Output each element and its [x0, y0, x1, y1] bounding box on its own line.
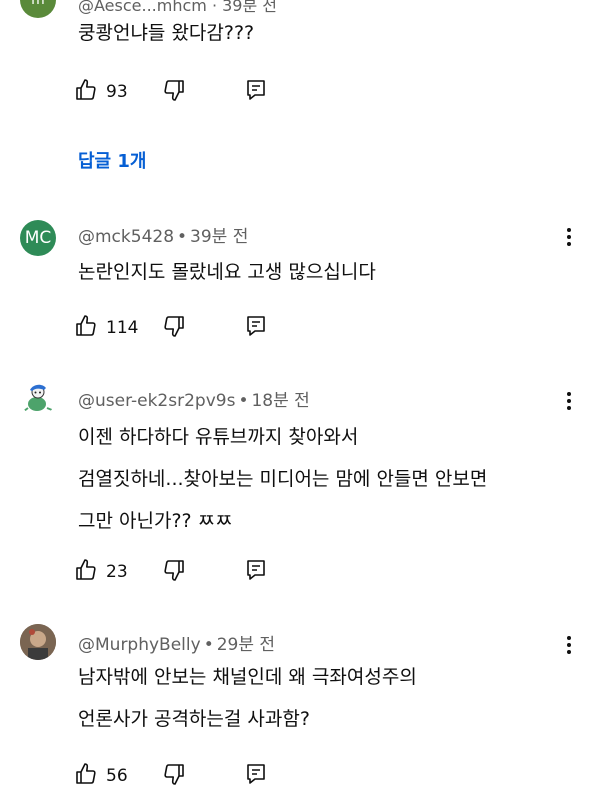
like-count: 56: [106, 766, 128, 786]
comment-meta: @mck5428 • 39분 전: [78, 222, 248, 247]
thumbs-down-icon[interactable]: [162, 314, 186, 342]
comment-text-line: 검열짓하네...찾아보는 미디어는 맘에 안들면 안보면: [78, 468, 488, 490]
comment-author[interactable]: @user-ek2sr2pv9s: [78, 391, 235, 411]
thumbs-down-icon[interactable]: [162, 762, 186, 790]
comment-top: m @Aesce...mhcm · 39분 전 쿵쾅언냐들 왔다감??? 93: [0, 0, 600, 140]
comment-actions: 56: [74, 762, 304, 788]
avatar[interactable]: MC: [20, 220, 56, 256]
comment-text-line: 이젠 하다하다 유튜브까지 찾아와서: [78, 426, 359, 448]
comment: MC @mck5428 • 39분 전 논란인지도 몰랐네요 고생 많으십니다 11…: [0, 218, 600, 348]
comment-author[interactable]: @mck5428: [78, 227, 174, 247]
more-vert-icon[interactable]: [566, 636, 572, 658]
more-vert-icon[interactable]: [566, 228, 572, 250]
comment-text-line: 그만 아닌가?? ㅉㅉ: [78, 510, 233, 532]
comment-author[interactable]: @MurphyBelly: [78, 635, 201, 655]
comment-actions: 23: [74, 558, 304, 584]
reply-icon[interactable]: [244, 558, 268, 586]
comment-time: 39분 전: [190, 227, 249, 247]
view-replies-link[interactable]: 답글 1개: [78, 147, 146, 173]
reply-icon[interactable]: [244, 78, 268, 106]
comment-time: 18분 전: [251, 391, 310, 411]
meta-separator: •: [203, 635, 214, 655]
avatar[interactable]: [20, 380, 56, 416]
thumbs-up-icon[interactable]: [74, 558, 98, 586]
thumbs-up-icon[interactable]: [74, 314, 98, 342]
comment-actions: 93: [74, 78, 304, 104]
comment-time: 29분 전: [216, 635, 276, 655]
meta-separator: •: [177, 227, 188, 247]
reply-icon[interactable]: [244, 314, 268, 342]
like-count: 93: [106, 82, 128, 102]
comment: @user-ek2sr2pv9s • 18분 전 이젠 하다하다 유튜브까지 찾아와…: [0, 380, 600, 582]
comment-text-line: 언론사가 공격하는걸 사과함?: [78, 708, 310, 730]
comment: @MurphyBelly • 29분 전 남자밖에 안보는 채널인데 왜 극좌여성주…: [0, 624, 600, 794]
comment-meta: @user-ek2sr2pv9s • 18분 전: [78, 386, 310, 411]
thumbs-up-icon[interactable]: [74, 762, 98, 790]
meta-separator: •: [238, 391, 249, 411]
comment-text: 쿵쾅언냐들 왔다감???: [78, 22, 255, 44]
user-avatar-icon: [20, 624, 56, 660]
comment-text: 논란인지도 몰랐네요 고생 많으십니다: [78, 261, 376, 283]
thumbs-down-icon[interactable]: [162, 558, 186, 586]
more-vert-icon[interactable]: [566, 392, 572, 414]
avatar[interactable]: m: [20, 0, 56, 18]
comment-meta: @MurphyBelly • 29분 전: [78, 630, 275, 655]
thumbs-up-icon[interactable]: [74, 78, 98, 106]
thumbs-down-icon[interactable]: [162, 78, 186, 106]
comment-meta: @Aesce...mhcm · 39분 전: [78, 0, 277, 15]
user-avatar-icon: [23, 384, 53, 412]
comment-text-line: 남자밖에 안보는 채널인데 왜 극좌여성주의: [78, 666, 417, 688]
reply-icon[interactable]: [244, 762, 268, 790]
like-count: 23: [106, 562, 128, 582]
like-count: 114: [106, 318, 139, 338]
avatar[interactable]: [20, 624, 56, 660]
comment-actions: 114: [74, 314, 304, 340]
